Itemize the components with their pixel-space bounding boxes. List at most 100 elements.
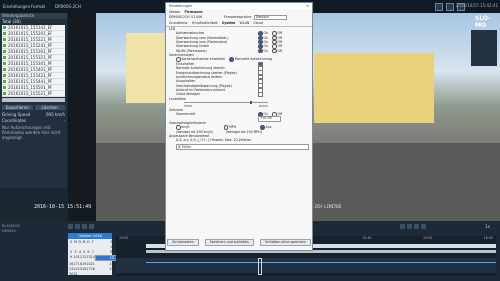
file-name: 20161015_155441_PF: [8, 79, 53, 84]
speed-value: 000 km/h: [45, 112, 65, 117]
led-on-radio[interactable]: On: [258, 48, 268, 54]
timezone-select[interactable]: +01:00: [258, 116, 281, 122]
play-icon[interactable]: [75, 224, 80, 229]
playlist-panel: Wiedergabeliste Total (30) 20161015_1551…: [0, 13, 67, 188]
side-panel: [471, 30, 497, 66]
window-icon[interactable]: [435, 3, 443, 11]
tab-wlan[interactable]: WLAN: [239, 21, 249, 25]
file-name: 20161015_155201_EF: [8, 31, 53, 36]
close-icon[interactable]: ×: [306, 3, 312, 9]
window-icon[interactable]: [446, 3, 454, 11]
file-row[interactable]: 20161015_155521_PF: [2, 91, 65, 97]
export-button[interactable]: Exportieren: [2, 105, 33, 110]
calendar-day[interactable]: 31: [73, 272, 77, 276]
next-icon[interactable]: [82, 224, 87, 229]
snapshot-icon[interactable]: [414, 224, 419, 229]
timeline-cursor[interactable]: [258, 258, 262, 275]
file-checkbox[interactable]: [3, 92, 6, 95]
file-name: 20161015_155241_PF: [8, 43, 53, 48]
file-checkbox[interactable]: [3, 56, 6, 59]
format-button[interactable]: Format: [31, 3, 45, 10]
led-off-radio[interactable]: Off: [272, 48, 282, 54]
voice-items: Einschalten Normale Aufzeichnung starten E…: [166, 61, 312, 98]
file-name: 20161015_155501_PF: [8, 85, 53, 90]
volume-track: [184, 102, 268, 103]
voice-label: Cloud-Verlogen: [176, 92, 201, 97]
building-image: [314, 53, 434, 123]
file-checkbox[interactable]: [3, 32, 6, 35]
settings-button[interactable]: Einstellungen: [3, 3, 30, 10]
timeline-tick: 15:50: [422, 236, 433, 240]
file-checkbox[interactable]: [3, 44, 6, 47]
file-checkbox[interactable]: [3, 50, 6, 53]
playlist-note: Nur Aufzeichnungen mit Parkmodus werden …: [2, 125, 61, 140]
dialog-title: Einstellungen: [169, 4, 192, 8]
file-name: 20161015_155421_PF: [8, 73, 53, 78]
user-text-hint: A-Z, a-z, 0-9, (_!?+-.) Hinweis: Max. 20…: [176, 138, 252, 143]
bottom-brand: BLACKVUE DR900S: [2, 224, 20, 234]
file-checkbox[interactable]: [3, 62, 6, 65]
reset-button[interactable]: Zurücksetzen: [167, 239, 199, 246]
device-label: DR900S-2CH: [55, 4, 81, 9]
timeline-tick: 15:00: [119, 236, 129, 240]
tab-basic[interactable]: Grundeinst.: [169, 21, 188, 25]
graph-area: [116, 258, 496, 273]
user-text-input[interactable]: JE EXSm: [176, 143, 309, 150]
view-controls: [400, 224, 426, 229]
file-checkbox[interactable]: [3, 80, 6, 83]
file-name: 20161015_155321_PF: [8, 55, 53, 60]
file-checkbox[interactable]: [3, 74, 6, 77]
video-timestamp: 2016-10-15 15:51:49: [34, 204, 92, 210]
file-name: 20161015_155341_PF: [8, 61, 53, 66]
sensor-graph: [146, 262, 496, 263]
file-checkbox[interactable]: [3, 38, 6, 41]
model-label: DR900S: [2, 229, 16, 233]
tab-system[interactable]: System: [222, 21, 236, 25]
save-close-button[interactable]: Speichern und schließen: [204, 239, 254, 246]
language-select[interactable]: Deutsch: [254, 14, 287, 21]
file-checkbox[interactable]: [3, 26, 6, 29]
playlist-actions: Exportieren Löschen: [2, 105, 65, 110]
file-name: 20161015_155521_PF: [8, 91, 53, 96]
file-name: 20161015_155142_EF: [8, 25, 53, 30]
calendar: Oktober 2016 S M D M D F S 1 2 3 4 5 6 7 8 9 10 11 12 13 14 1…: [68, 233, 128, 277]
file-name: 20161015_155301_PF: [8, 49, 53, 54]
playback-controls: [68, 224, 94, 229]
volume-max-label: lauter: [258, 104, 268, 109]
daylight-label: Sommerzeit: [176, 112, 196, 117]
timeline-tick: 16:00: [483, 236, 493, 240]
dashboard-edge: [68, 13, 96, 221]
fullscreen-icon[interactable]: [421, 224, 426, 229]
settings-dialog: Einstellungen × Viewer Firmware DR900S-2…: [165, 2, 313, 251]
timeline-tick: 15:40: [362, 236, 372, 240]
volume-slider[interactable]: [184, 101, 268, 105]
coordinates-value: -: [63, 118, 65, 123]
playback-speed[interactable]: 1x: [485, 224, 490, 229]
voice-checkbox[interactable]: [258, 92, 263, 98]
zoom-icon[interactable]: [400, 224, 405, 229]
tab-cloud[interactable]: Cloud: [253, 21, 262, 25]
file-list: 20161015_155142_EF 20161015_155201_EF 2016…: [2, 25, 65, 97]
file-checkbox[interactable]: [3, 68, 6, 71]
slomo-badge[interactable]: SLO-MO: [475, 15, 500, 29]
volume-knob[interactable]: [250, 101, 253, 105]
previous-icon[interactable]: [68, 224, 73, 229]
firmware-model: DR900S-2CH: [169, 15, 190, 19]
firmware-version: V1.006: [191, 15, 203, 19]
delete-button[interactable]: Löschen: [34, 105, 65, 110]
list-scroll-bar[interactable]: [2, 98, 65, 102]
settings-tabs: Grundeinst. Empfindlichkeit System WLAN …: [166, 20, 312, 27]
close-no-save-button[interactable]: Schließen ohne speichern: [259, 239, 311, 246]
tab-sensitivity[interactable]: Empfindlichkeit: [192, 21, 217, 25]
rotate-icon[interactable]: [407, 224, 412, 229]
volume-min-label: leiser: [184, 104, 193, 109]
calendar-grid: S M D M D F S 1 2 3 4 5 6 7 8 9 10 11 12 13 14 15 16 17 18 19 20 21…: [68, 239, 128, 277]
datetime-readout: 2016/10/15 15:42:41: [455, 3, 498, 8]
led-items: Aufnahmeleuchte On Off Überwachung vorn (No…: [166, 31, 312, 54]
stop-icon[interactable]: [89, 224, 94, 229]
file-name: 20161015_155221_PF: [8, 37, 53, 42]
tab-firmware[interactable]: Firmware: [185, 10, 203, 14]
tab-viewer[interactable]: Viewer: [169, 10, 181, 14]
file-checkbox[interactable]: [3, 86, 6, 89]
dialog-buttons: Zurücksetzen Speichern und schließen Sch…: [166, 239, 312, 246]
